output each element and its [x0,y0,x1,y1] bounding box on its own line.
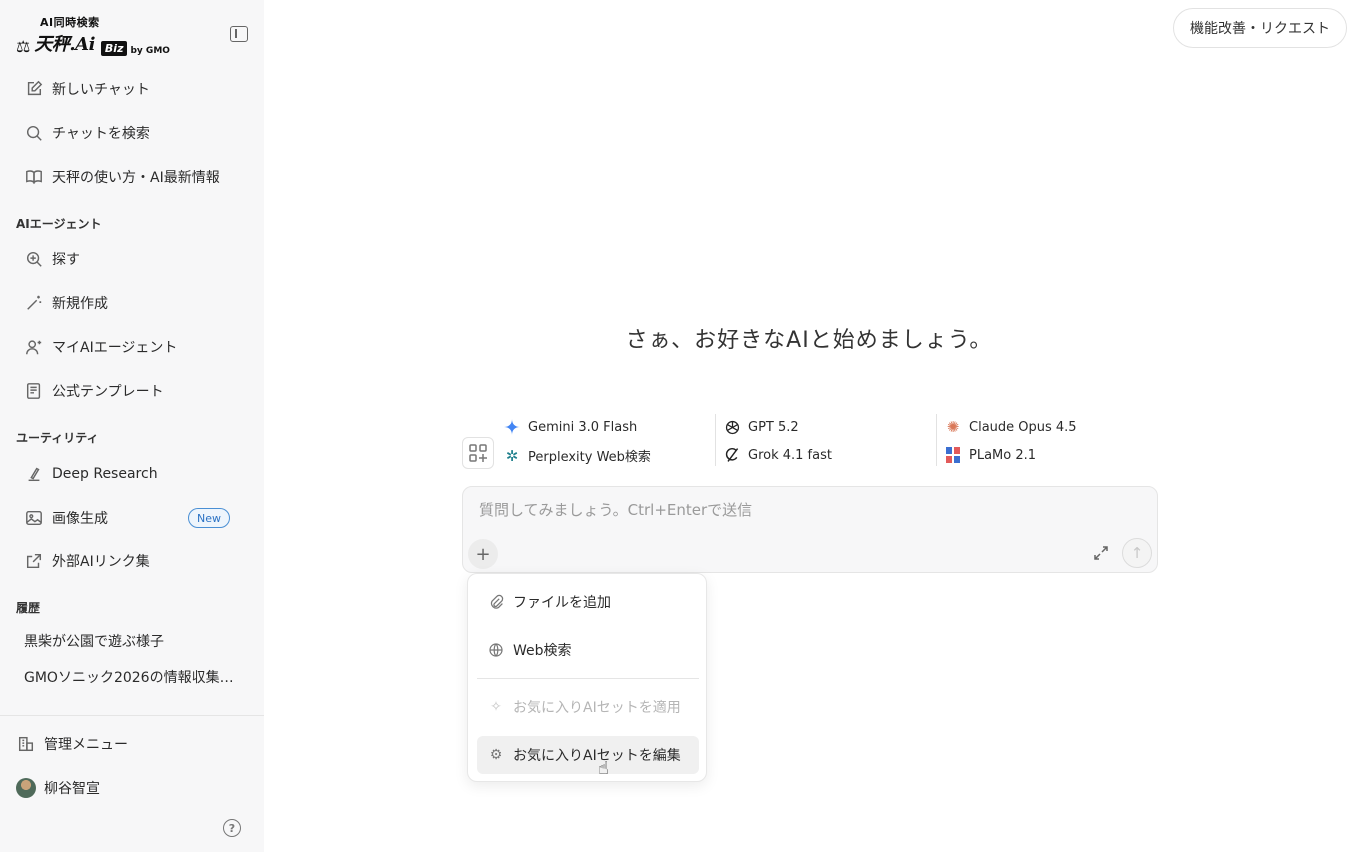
model-name: Gemini 3.0 Flash [528,419,638,435]
model-gemini[interactable]: Gemini 3.0 Flash [503,418,637,436]
plus-icon[interactable]: + [468,539,498,569]
globe-icon [487,641,505,659]
create-agent-button[interactable]: 新規作成 [16,285,248,321]
templates-label: 公式テンプレート [52,384,164,400]
model-perplexity[interactable]: ✲ Perplexity Web検索 [503,446,651,466]
user-profile-button[interactable]: 柳谷智宣 [16,778,100,798]
image-gen-label: 画像生成 [52,511,108,527]
history-section-label: 履歴 [16,601,41,615]
logo-biz: Biz [100,41,128,56]
model-name: Perplexity Web検索 [528,450,651,465]
my-agents-button[interactable]: マイAIエージェント [16,329,248,365]
send-button[interactable]: ↑ [1122,538,1152,568]
apply-favorite-label: お気に入りAIセットを適用 [513,700,681,716]
grid-plus-icon [469,444,487,462]
create-label: 新規作成 [52,296,108,312]
menu-edit-favorite[interactable]: ⚙ お気に入りAIセットを編集 [477,736,699,774]
templates-button[interactable]: 公式テンプレート [16,373,248,409]
deep-research-button[interactable]: Deep Research [16,456,248,492]
menu-apply-favorite: ✧ お気に入りAIセットを適用 [477,688,699,726]
logo-by-gmo: by GMO [130,46,170,56]
book-icon [24,167,44,187]
user-name: 柳谷智宣 [44,781,100,797]
search-chat-label: チャットを検索 [52,126,150,142]
add-file-label: ファイルを追加 [513,595,611,611]
template-icon [24,381,44,401]
chat-input-box[interactable]: 質問してみましょう。Ctrl+Enterで送信 + ↑ [462,486,1158,573]
sparkle-icon: ✧ [490,699,502,715]
gear-icon: ⚙ [489,747,503,763]
how-to-label: 天秤の使い方・AI最新情報 [52,170,220,186]
hand-cursor-icon: ☝ [598,758,609,779]
edit-favorite-label: お気に入りAIセットを編集 [513,748,681,764]
plamo-icon [944,446,962,464]
column-divider [936,414,937,466]
external-link-icon [24,551,44,571]
model-name: GPT 5.2 [748,419,799,435]
building-icon [16,734,36,754]
new-chat-button[interactable]: 新しいチャット [16,71,248,107]
external-links-button[interactable]: 外部AIリンク集 [16,543,248,579]
menu-add-file[interactable]: ファイルを追加 [477,583,699,621]
edit-icon [24,79,44,99]
hero-heading: さぁ、お好きなAIと始めましょう。 [625,328,993,353]
model-name: Grok 4.1 fast [748,447,832,463]
feature-request-button[interactable]: 機能改善・リクエスト [1173,8,1347,48]
new-badge: New [188,508,230,528]
model-name: PLaMo 2.1 [969,447,1037,463]
openai-icon [723,418,741,436]
perplexity-icon: ✲ [505,446,519,465]
history-item[interactable]: 黒柴が公園で遊ぶ様子 [24,631,244,651]
model-select-grid-button[interactable] [462,437,494,469]
magic-wand-icon [24,293,44,313]
model-plamo[interactable]: PLaMo 2.1 [944,446,1036,464]
model-grok[interactable]: Grok 4.1 fast [723,446,832,464]
grok-icon [723,446,741,464]
model-claude[interactable]: ✺ Claude Opus 4.5 [944,418,1077,436]
help-icon[interactable]: ? [223,819,241,837]
gemini-icon [503,418,521,436]
my-agents-label: マイAIエージェント [52,340,178,356]
deep-research-label: Deep Research [52,466,158,482]
sidebar-divider [0,715,264,716]
avatar [16,778,36,798]
logo-name: 天秤.Ai [34,34,95,55]
explore-agents-button[interactable]: 探す [16,241,248,277]
search-icon [24,123,44,143]
attachment-menu: ファイルを追加 Web検索 ✧ お気に入りAIセットを適用 ⚙ お気に入りAIセ… [467,573,707,782]
search-chat-button[interactable]: チャットを検索 [16,115,248,151]
logo-tagline: AI同時検索 [40,16,100,29]
expand-icon[interactable] [1093,545,1109,561]
agents-section-label: AIエージェント [16,217,102,231]
sidebar: AI同時検索 ⚖ 天秤.Ai Biz by GMO 新しいチャット チャットを検… [0,0,264,852]
model-name: Claude Opus 4.5 [969,419,1077,435]
history-item[interactable]: GMOソニック2026の情報収集方... [24,667,244,687]
utility-section-label: ユーティリティ [16,431,99,445]
claude-icon: ✺ [946,418,960,436]
admin-menu-label: 管理メニュー [44,737,128,753]
model-gpt[interactable]: GPT 5.2 [723,418,799,436]
zoom-plus-icon [24,249,44,269]
user-plus-icon [24,337,44,357]
sidebar-toggle-icon[interactable] [230,26,248,42]
paperclip-icon [487,593,505,611]
column-divider [715,414,716,466]
chat-input-placeholder[interactable]: 質問してみましょう。Ctrl+Enterで送信 [479,499,752,520]
research-icon [24,464,44,484]
image-icon [24,508,44,528]
scale-icon: ⚖ [16,37,31,56]
external-links-label: 外部AIリンク集 [52,554,150,570]
new-chat-label: 新しいチャット [52,82,150,98]
web-search-label: Web検索 [513,643,572,659]
explore-label: 探す [52,252,80,268]
app-logo[interactable]: AI同時検索 ⚖ 天秤.Ai Biz by GMO [16,12,226,56]
menu-web-search[interactable]: Web検索 [477,631,699,669]
how-to-link[interactable]: 天秤の使い方・AI最新情報 [16,159,248,195]
admin-menu-button[interactable]: 管理メニュー [16,734,128,754]
menu-divider [477,678,699,679]
